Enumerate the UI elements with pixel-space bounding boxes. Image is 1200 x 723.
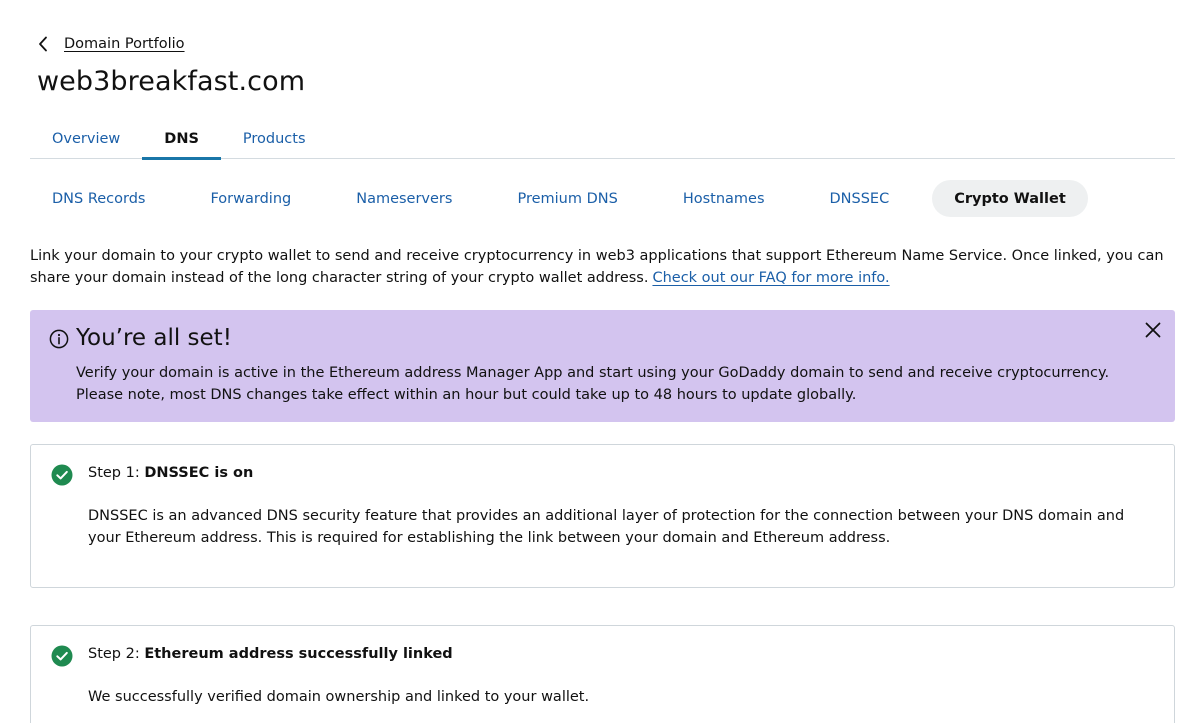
- subnav-crypto-wallet[interactable]: Crypto Wallet: [932, 180, 1088, 217]
- tab-overview[interactable]: Overview: [30, 118, 142, 159]
- tab-label: Overview: [52, 130, 121, 147]
- tab-label: Products: [242, 130, 306, 147]
- subnav-dnssec[interactable]: DNSSEC: [808, 180, 912, 217]
- alert-title: You’re all set!: [76, 325, 232, 351]
- step-title: Step 2: Ethereum address successfully li…: [88, 646, 453, 662]
- subnav-premium-dns[interactable]: Premium DNS: [495, 180, 639, 217]
- intro-text: Link your domain to your crypto wallet t…: [30, 248, 1164, 286]
- subnav-dns-records[interactable]: DNS Records: [30, 180, 167, 217]
- step-title: Step 1: DNSSEC is on: [88, 465, 253, 481]
- step-body: DNSSEC is an advanced DNS security featu…: [88, 508, 1125, 546]
- chevron-left-icon[interactable]: [34, 34, 52, 54]
- dns-subnav: DNS Records Forwarding Nameservers Premi…: [30, 180, 1109, 217]
- subnav-nameservers[interactable]: Nameservers: [334, 180, 474, 217]
- close-icon[interactable]: [1143, 320, 1163, 340]
- alert-body: Verify your domain is active in the Ethe…: [76, 365, 1110, 403]
- page-title: web3breakfast.com: [37, 66, 306, 97]
- step-title-text: DNSSEC is on: [144, 465, 254, 481]
- success-alert: You’re all set! Verify your domain is ac…: [30, 310, 1175, 422]
- intro-paragraph: Link your domain to your crypto wallet t…: [30, 245, 1170, 289]
- subnav-forwarding[interactable]: Forwarding: [188, 180, 313, 217]
- check-circle-icon: [51, 645, 73, 667]
- tab-products[interactable]: Products: [221, 118, 328, 159]
- step-card-dnssec: Step 1: DNSSEC is on DNSSEC is an advanc…: [30, 444, 1175, 588]
- breadcrumb-link-domain-portfolio[interactable]: Domain Portfolio: [64, 36, 185, 52]
- step-title-text: Ethereum address successfully linked: [144, 646, 453, 662]
- tab-label: DNS: [164, 130, 199, 147]
- step-body: We successfully verified domain ownershi…: [88, 689, 590, 705]
- subnav-hostnames[interactable]: Hostnames: [661, 180, 787, 217]
- step-prefix: Step 1:: [88, 465, 145, 481]
- info-icon: [48, 328, 70, 350]
- faq-link[interactable]: Check out our FAQ for more info.: [652, 270, 889, 286]
- check-circle-icon: [51, 464, 73, 486]
- breadcrumb: Domain Portfolio: [34, 34, 185, 54]
- tab-dns[interactable]: DNS: [142, 118, 221, 160]
- step-card-ethereum-linked: Step 2: Ethereum address successfully li…: [30, 625, 1175, 723]
- step-prefix: Step 2:: [88, 646, 145, 662]
- tab-bar: Overview DNS Products: [30, 118, 1175, 160]
